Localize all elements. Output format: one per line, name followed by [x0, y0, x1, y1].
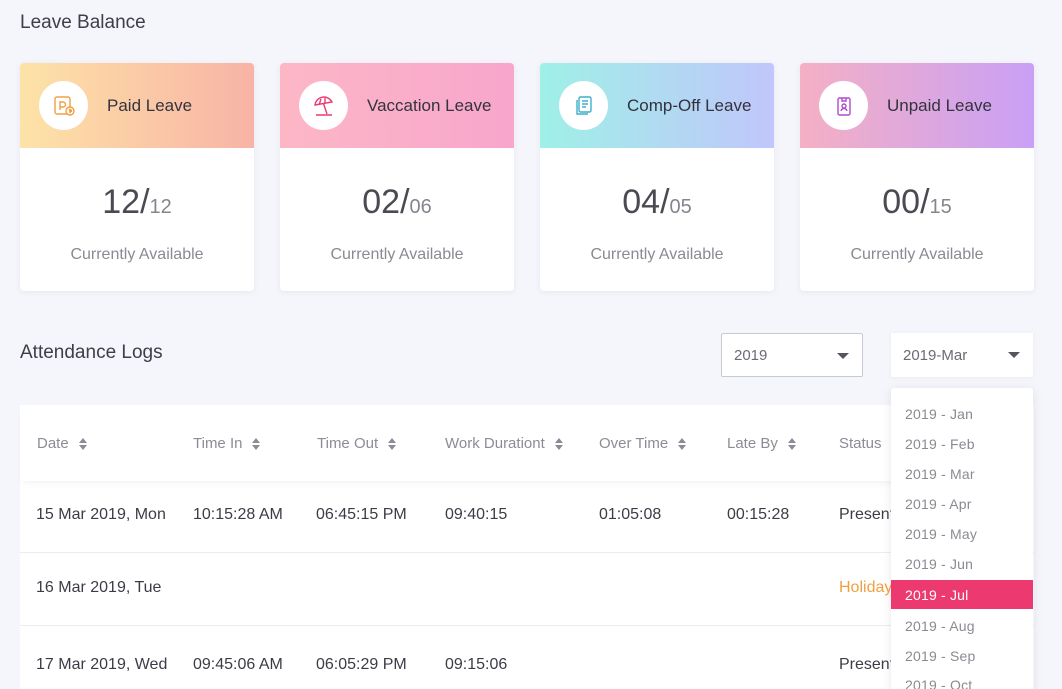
card-value: 12/12: [20, 183, 254, 223]
card-label: Unpaid Leave: [887, 95, 992, 115]
column-header-work-duration[interactable]: Work Durationt: [445, 435, 563, 452]
leave-card-paid[interactable]: Paid Leave 12/12 Currently Available: [20, 63, 254, 291]
card-caption: Currently Available: [590, 246, 724, 263]
dropdown-option[interactable]: 2019 - Aug: [891, 611, 1033, 640]
card-header: Vaccation Leave: [280, 63, 514, 148]
dropdown-option[interactable]: 2019 - Jun: [891, 549, 1033, 578]
cell-late-by: 00:15:28: [727, 506, 790, 523]
card-caption: Currently Available: [330, 246, 464, 263]
sort-icon: [678, 437, 687, 450]
card-header: Unpaid Leave: [800, 63, 1034, 148]
cell-over-time: 01:05:08: [599, 506, 662, 523]
column-label: Time Out: [317, 435, 379, 452]
column-header-time-out[interactable]: Time Out: [317, 435, 397, 452]
card-value: 04/05: [540, 183, 774, 223]
sort-icon: [78, 437, 87, 450]
card-header: Paid Leave: [20, 63, 254, 148]
column-header-status[interactable]: Status: [839, 435, 882, 452]
dropdown-option[interactable]: 2019 - Mar: [891, 459, 1033, 488]
slash: /: [140, 183, 150, 221]
cell-time-out: 06:45:15 PM: [316, 506, 407, 523]
leave-balance-title: Leave Balance: [20, 12, 146, 33]
documents-icon: [559, 81, 608, 130]
card-value: 02/06: [280, 183, 514, 223]
sort-icon: [252, 437, 261, 450]
dropdown-option-highlighted[interactable]: 2019 - Jul: [891, 580, 1033, 609]
total-count: 06: [409, 196, 432, 218]
attendance-table: Date Time In Time Out Work Durationt Ove…: [20, 405, 1034, 689]
total-count: 15: [929, 196, 952, 218]
cell-date: 17 Mar 2019, Wed: [36, 656, 168, 673]
cell-date: 15 Mar 2019, Mon: [36, 506, 166, 523]
sort-icon: [554, 437, 563, 450]
cell-date: 16 Mar 2019, Tue: [36, 579, 162, 596]
dropdown-option[interactable]: 2019 - Jan: [891, 399, 1033, 428]
dropdown-option[interactable]: 2019 - Apr: [891, 489, 1033, 518]
table-header: Date Time In Time Out Work Durationt Ove…: [20, 405, 1034, 481]
leave-card-vacation[interactable]: Vaccation Leave 02/06 Currently Availabl…: [280, 63, 514, 291]
total-count: 12: [149, 196, 172, 218]
card-label: Paid Leave: [107, 95, 193, 115]
column-label: Late By: [727, 435, 778, 452]
chevron-down-icon: [1008, 352, 1020, 358]
slash: /: [660, 183, 670, 221]
dropdown-option[interactable]: 2019 - Feb: [891, 429, 1033, 458]
sort-icon: [388, 437, 397, 450]
column-label: Status: [839, 435, 882, 452]
beach-umbrella-icon: [299, 81, 348, 130]
card-caption: Currently Available: [70, 246, 204, 263]
year-select[interactable]: 2019: [721, 333, 863, 377]
column-label: Work Durationt: [445, 435, 545, 452]
column-label: Date: [37, 435, 69, 452]
table-row[interactable]: 17 Mar 2019, Wed 09:45:06 AM 06:05:29 PM…: [20, 626, 1034, 689]
cell-status: Present: [839, 506, 895, 523]
column-header-over-time[interactable]: Over Time: [599, 435, 687, 452]
leave-card-comp-off[interactable]: Comp-Off Leave 04/05 Currently Available: [540, 63, 774, 291]
cell-work-duration: 09:15:06: [445, 656, 508, 673]
leave-card-unpaid[interactable]: Unpaid Leave 00/15 Currently Available: [800, 63, 1034, 291]
cell-time-out: 06:05:29 PM: [316, 656, 407, 673]
available-count: 02: [362, 183, 401, 221]
table-row[interactable]: 16 Mar 2019, Tue Holiday: [20, 553, 1034, 626]
badge-icon: [819, 81, 868, 130]
cell-status: Present: [839, 656, 895, 673]
dropdown-option[interactable]: 2019 - Sep: [891, 641, 1033, 670]
attendance-logs-title: Attendance Logs: [20, 342, 163, 363]
available-count: 04: [622, 183, 661, 221]
slash: /: [920, 183, 930, 221]
month-select[interactable]: 2019-Mar: [891, 333, 1033, 377]
card-header: Comp-Off Leave: [540, 63, 774, 148]
card-caption: Currently Available: [850, 246, 984, 263]
column-label: Time In: [193, 435, 243, 452]
column-label: Over Time: [599, 435, 669, 452]
month-dropdown-menu: 2019 - Jan 2019 - Feb 2019 - Mar 2019 - …: [891, 388, 1033, 689]
card-value: 00/15: [800, 183, 1034, 223]
total-count: 05: [669, 196, 692, 218]
column-header-late-by[interactable]: Late By: [727, 435, 796, 452]
sort-icon: [787, 437, 796, 450]
chevron-down-icon: [837, 353, 849, 359]
cell-work-duration: 09:40:15: [445, 506, 508, 523]
column-header-time-in[interactable]: Time In: [193, 435, 261, 452]
column-header-date[interactable]: Date: [37, 435, 87, 452]
cell-time-in: 10:15:28 AM: [193, 506, 283, 523]
table-row[interactable]: 15 Mar 2019, Mon 10:15:28 AM 06:45:15 PM…: [20, 481, 1034, 553]
leave-cards: Paid Leave 12/12 Currently Available Vac…: [20, 63, 1034, 291]
cell-time-in: 09:45:06 AM: [193, 656, 283, 673]
month-select-value: 2019-Mar: [903, 346, 968, 364]
slash: /: [400, 183, 410, 221]
cell-status: Holiday: [839, 579, 893, 596]
year-select-value: 2019: [734, 346, 768, 364]
card-label: Vaccation Leave: [367, 95, 492, 115]
paid-leave-icon: [39, 81, 88, 130]
dropdown-option[interactable]: 2019 - Oct: [891, 670, 1033, 689]
available-count: 12: [102, 183, 141, 221]
dropdown-option[interactable]: 2019 - May: [891, 519, 1033, 548]
available-count: 00: [882, 183, 921, 221]
card-label: Comp-Off Leave: [627, 95, 752, 115]
